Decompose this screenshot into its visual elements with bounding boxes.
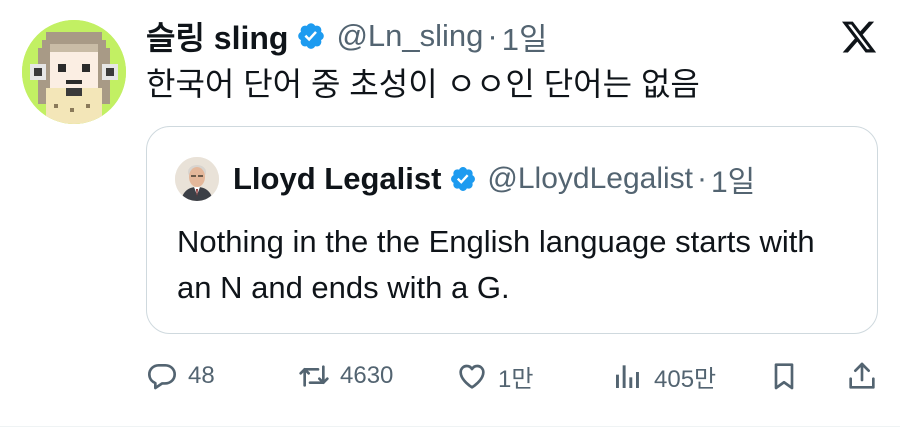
quoted-author-handle[interactable]: @LloydLegalist — [487, 162, 693, 196]
like-button[interactable]: 1만 — [456, 356, 533, 396]
quoted-dot-separator: · — [697, 162, 707, 195]
author-handle[interactable]: @Ln_sling — [336, 18, 483, 54]
bookmark-button[interactable] — [768, 356, 800, 396]
tweet-header: 슬링 sling @Ln_sling · 1일 — [146, 14, 548, 58]
like-count: 1만 — [498, 365, 534, 393]
bottom-divider — [0, 426, 900, 427]
quoted-author-avatar[interactable] — [175, 157, 219, 201]
quoted-post-time[interactable]: 1일 — [711, 157, 755, 201]
quoted-tweet-text: Nothing in the the English language star… — [177, 224, 815, 305]
views-count: 405만 — [654, 365, 717, 393]
tweet: 슬링 sling @Ln_sling · 1일 한국어 단어 중 초성이 ㅇㅇ인… — [0, 0, 900, 442]
dot-separator: · — [487, 18, 498, 53]
quoted-verified-badge-icon — [449, 165, 477, 193]
reply-button[interactable]: 48 — [146, 356, 215, 396]
repost-button[interactable]: 4630 — [298, 356, 393, 396]
quoted-tweet-header: Lloyd Legalist @LloydLegalist · 1일 — [175, 157, 755, 201]
man-portrait-avatar-icon — [175, 157, 219, 201]
repost-icon — [298, 360, 330, 392]
heart-icon — [456, 360, 488, 392]
reply-icon — [146, 360, 178, 392]
tweet-text: 한국어 단어 중 초성이 ㅇㅇ인 단어는 없음 — [146, 66, 700, 102]
pixel-girl-avatar-icon — [22, 20, 126, 124]
share-icon — [846, 360, 878, 392]
share-button[interactable] — [846, 356, 878, 396]
quoted-tweet[interactable]: Lloyd Legalist @LloydLegalist · 1일 Nothi… — [146, 126, 878, 334]
x-logo-icon — [840, 18, 878, 56]
reply-count: 48 — [188, 362, 215, 389]
quoted-author-name[interactable]: Lloyd Legalist — [233, 161, 441, 197]
views-button[interactable]: 405만 — [612, 356, 716, 396]
author-avatar[interactable] — [22, 20, 126, 124]
bookmark-icon — [768, 360, 800, 392]
author-name[interactable]: 슬링 sling — [146, 13, 288, 59]
post-time[interactable]: 1일 — [502, 14, 548, 59]
action-bar: 48 4630 1만 405만 — [146, 356, 880, 396]
repost-count: 4630 — [340, 362, 394, 389]
views-icon — [612, 360, 644, 392]
verified-badge-icon — [296, 21, 326, 51]
